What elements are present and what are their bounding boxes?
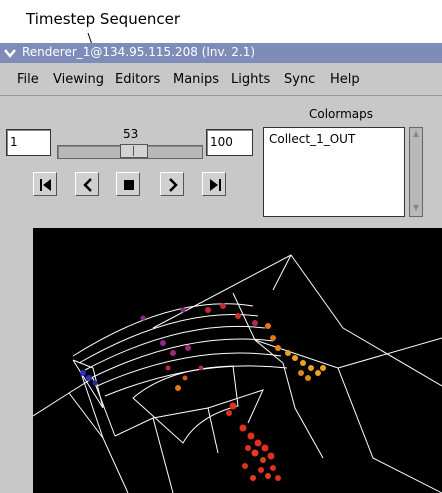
skip-to-start-icon <box>40 179 51 191</box>
skip-to-end-icon <box>210 179 221 191</box>
stop-button[interactable] <box>116 172 140 196</box>
scroll-up-arrow-icon[interactable] <box>412 130 420 138</box>
menu-lights[interactable]: Lights <box>231 72 270 87</box>
timestep-slider-thumb[interactable] <box>120 144 148 158</box>
step-to-end-button[interactable] <box>202 172 226 196</box>
window-title: Renderer_1@134.95.115.208 (Inv. 2.1) <box>22 45 256 59</box>
timestep-sequencer-callout: Timestep Sequencer <box>26 10 181 28</box>
colormaps-list[interactable]: Collect_1_OUT <box>263 127 405 217</box>
menu-viewing[interactable]: Viewing <box>53 72 104 87</box>
colormaps-label: Colormaps <box>309 107 374 121</box>
min-timestep-field[interactable]: 1 <box>6 129 51 156</box>
menu-help[interactable]: Help <box>330 72 360 87</box>
step-to-start-button[interactable] <box>33 172 57 196</box>
title-bar: Renderer_1@134.95.115.208 (Inv. 2.1) <box>0 43 442 63</box>
chevron-left-icon <box>83 178 92 192</box>
step-back-button[interactable] <box>75 172 99 196</box>
menu-bar: File Viewing Editors Manips Lights Sync … <box>0 63 442 96</box>
chevron-right-icon <box>169 178 178 192</box>
stop-square-icon <box>124 180 134 190</box>
max-timestep-field[interactable]: 100 <box>206 129 253 156</box>
step-forward-button[interactable] <box>160 172 184 196</box>
scroll-down-arrow-icon[interactable] <box>412 204 420 212</box>
render-viewport[interactable] <box>33 228 442 493</box>
renderer-window: Renderer_1@134.95.115.208 (Inv. 2.1) Fil… <box>0 43 442 493</box>
particle-cloud <box>80 303 326 481</box>
wireframe-geometry <box>33 254 442 493</box>
colormap-item[interactable]: Collect_1_OUT <box>269 132 399 146</box>
menu-sync[interactable]: Sync <box>284 72 315 87</box>
current-timestep-label: 53 <box>123 127 139 141</box>
window-menu-chevron-icon[interactable] <box>3 47 17 59</box>
menu-editors[interactable]: Editors <box>115 72 160 87</box>
menu-file[interactable]: File <box>17 72 39 87</box>
wireframe-scene <box>33 254 442 493</box>
colormaps-scrollbar[interactable] <box>409 127 423 217</box>
menu-manips[interactable]: Manips <box>173 72 219 87</box>
